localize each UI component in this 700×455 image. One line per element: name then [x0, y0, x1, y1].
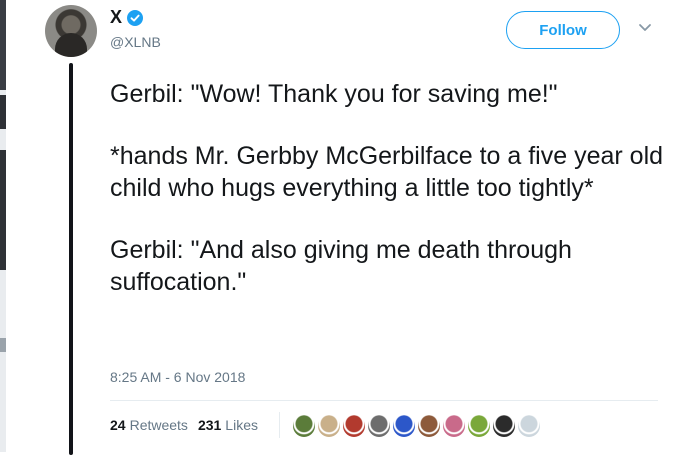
liker-avatar[interactable] — [416, 413, 442, 439]
stats-separator — [279, 412, 280, 438]
verified-badge-icon — [127, 9, 144, 26]
follow-button[interactable]: Follow — [506, 11, 620, 49]
liker-avatar[interactable] — [291, 413, 317, 439]
tweet-text: Gerbil: "Wow! Thank you for saving me!" … — [110, 78, 680, 298]
background-strip — [0, 0, 6, 452]
author-display-name[interactable]: X — [110, 7, 122, 28]
tweet-paragraph: Gerbil: "And also giving me death throug… — [110, 236, 572, 296]
retweets-stat[interactable]: 24 Retweets — [110, 417, 188, 433]
chevron-down-icon[interactable] — [638, 23, 652, 33]
liker-avatar[interactable] — [516, 413, 542, 439]
author-name-row[interactable]: X — [110, 7, 144, 28]
liker-avatar[interactable] — [466, 413, 492, 439]
divider — [110, 400, 658, 401]
liker-avatars — [291, 413, 542, 439]
tweet-paragraph: Gerbil: "Wow! Thank you for saving me!" — [110, 80, 558, 108]
liker-avatar[interactable] — [391, 413, 417, 439]
thread-line — [69, 63, 73, 455]
liker-avatar[interactable] — [341, 413, 367, 439]
liker-avatar[interactable] — [316, 413, 342, 439]
tweet-stats: 24 Retweets 231 Likes — [110, 417, 258, 433]
liker-avatar[interactable] — [366, 413, 392, 439]
avatar[interactable] — [45, 5, 97, 57]
tweet-timestamp[interactable]: 8:25 AM - 6 Nov 2018 — [110, 369, 245, 385]
liker-avatar[interactable] — [491, 413, 517, 439]
tweet-paragraph: *hands Mr. Gerbby McGerbilface to a five… — [110, 142, 664, 202]
author-handle[interactable]: @XLNB — [110, 34, 161, 50]
liker-avatar[interactable] — [441, 413, 467, 439]
likes-stat[interactable]: 231 Likes — [198, 417, 258, 433]
